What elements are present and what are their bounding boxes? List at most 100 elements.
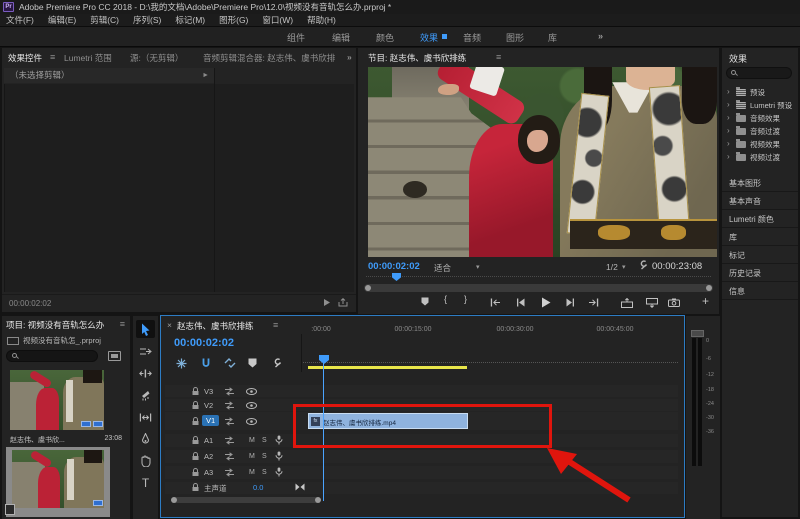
workspace-tab-assembly[interactable]: 组件 (287, 31, 305, 44)
mark-in-icon[interactable]: { (444, 294, 447, 304)
track-name-v1-selected[interactable]: V1 (202, 415, 219, 426)
project-sequence-thumbnail[interactable] (12, 450, 104, 508)
workspace-tab-editing[interactable]: 编辑 (332, 31, 350, 44)
linked-selection-icon[interactable] (224, 358, 236, 368)
workspace-tab-libraries[interactable]: 库 (548, 31, 557, 44)
tab-lumetri-scopes[interactable]: Lumetri 范围 (64, 52, 112, 64)
menu-help[interactable]: 帮助(H) (307, 14, 336, 26)
chevron-right-icon[interactable]: › (727, 100, 730, 109)
project-clip-thumbnail[interactable] (10, 370, 104, 430)
project-list-page-icon[interactable] (5, 504, 15, 515)
effects-search-input[interactable] (726, 67, 792, 79)
voiceover-mic-icon[interactable] (275, 467, 283, 477)
export-frame-camera-icon[interactable] (668, 298, 680, 307)
workspace-tab-effects[interactable]: 效果 (420, 31, 438, 44)
sync-lock-icon[interactable] (224, 401, 235, 410)
menu-file[interactable]: 文件(F) (6, 14, 34, 26)
chevron-right-icon[interactable]: › (727, 87, 730, 96)
timeline-tab-close-icon[interactable]: × (167, 320, 172, 330)
workspace-overflow-icon[interactable]: » (598, 31, 603, 41)
workspace-tab-audio[interactable]: 音频 (463, 31, 481, 44)
menu-marker[interactable]: 标记(M) (175, 14, 205, 26)
tab-history[interactable]: 历史记录 (722, 264, 798, 282)
scrollbar-bar[interactable] (173, 497, 319, 503)
effects-folder-presets[interactable]: › 预设 (722, 86, 798, 99)
lock-icon[interactable] (192, 401, 199, 410)
effects-folder-lumetri-presets[interactable]: › Lumetri 预设 (722, 99, 798, 112)
toggle-track-output-eye-icon[interactable] (246, 402, 257, 409)
fit-dropdown[interactable]: 适合 (434, 262, 451, 274)
effects-folder-video-transitions[interactable]: › 视频过渡 (722, 151, 798, 164)
type-tool-icon[interactable]: T (136, 474, 155, 492)
track-select-forward-tool-icon[interactable] (136, 342, 155, 360)
solo-button[interactable]: S (262, 437, 267, 444)
lock-icon[interactable] (192, 387, 199, 396)
tab-program-monitor[interactable]: 节目: 赵志伟、虞书欣排练 (368, 52, 466, 64)
panel-menu-icon[interactable]: ≡ (50, 52, 55, 62)
fit-keyframes-icon[interactable] (295, 483, 305, 491)
nest-sequence-icon[interactable] (176, 358, 187, 369)
expand-arrow-icon[interactable]: ► (202, 68, 209, 83)
mute-button[interactable]: M (249, 469, 255, 476)
play-around-icon[interactable] (323, 298, 332, 307)
track-name-a1[interactable]: A1 (204, 436, 213, 445)
menu-window[interactable]: 窗口(W) (262, 14, 293, 26)
tab-project[interactable]: 项目: 视频没有音轨怎么办 (6, 319, 104, 331)
project-panel-menu-icon[interactable]: ≡ (120, 319, 125, 329)
tab-effects[interactable]: 效果 (729, 52, 747, 65)
hand-tool-icon[interactable] (136, 452, 155, 470)
step-back-icon[interactable] (516, 298, 525, 307)
chevron-right-icon[interactable]: › (727, 113, 730, 122)
add-marker-icon[interactable] (248, 358, 257, 368)
menu-sequence[interactable]: 序列(S) (133, 14, 161, 26)
snap-magnet-icon[interactable] (201, 358, 211, 369)
menu-clip[interactable]: 剪辑(C) (90, 14, 119, 26)
workspace-tab-color[interactable]: 颜色 (376, 31, 394, 44)
scrollbar-knob-left[interactable] (365, 285, 371, 291)
project-sequence-selected[interactable] (6, 447, 110, 517)
selection-tool-icon[interactable] (136, 320, 155, 338)
track-name-a3[interactable]: A3 (204, 468, 213, 477)
extract-icon[interactable] (646, 298, 658, 308)
timeline-current-timecode[interactable]: 00:00:02:02 (174, 337, 234, 349)
tab-source-monitor[interactable]: 源:（无剪辑） (130, 52, 183, 64)
lock-icon[interactable] (192, 436, 199, 445)
project-clip-caption[interactable]: 赵志伟、虞书欣... 23:08 (10, 435, 122, 445)
fit-dropdown-caret-icon[interactable]: ▾ (476, 263, 480, 271)
effects-folder-video-effects[interactable]: › 视频效果 (722, 138, 798, 151)
resolution-dropdown-caret-icon[interactable]: ▾ (622, 263, 626, 271)
chevron-right-icon[interactable]: › (727, 152, 730, 161)
voiceover-mic-icon[interactable] (275, 451, 283, 461)
chevron-right-icon[interactable]: › (727, 139, 730, 148)
project-clip-name[interactable]: 赵志伟、虞书欣... (10, 437, 65, 444)
go-to-out-icon[interactable] (588, 298, 599, 307)
track-name-v3[interactable]: V3 (204, 387, 213, 396)
scrollbar-knob-right[interactable] (315, 497, 321, 503)
sync-lock-icon[interactable] (224, 387, 235, 396)
export-icon[interactable] (338, 298, 348, 307)
track-name-a2[interactable]: A2 (204, 452, 213, 461)
lock-icon[interactable] (192, 417, 199, 426)
timeline-panel-menu-icon[interactable]: ≡ (273, 320, 278, 330)
solo-button[interactable]: S (262, 453, 267, 460)
bin-view-icon[interactable] (108, 351, 121, 361)
tab-essential-sound[interactable]: 基本声音 (722, 192, 798, 210)
slip-tool-icon[interactable] (136, 408, 155, 426)
tab-info[interactable]: 信息 (722, 282, 798, 300)
tab-essential-graphics[interactable]: 基本图形 (722, 174, 798, 192)
timeline-settings-wrench-icon[interactable] (271, 358, 281, 368)
tab-markers[interactable]: 标记 (722, 246, 798, 264)
mark-out-icon[interactable]: } (464, 294, 467, 304)
menu-graphics[interactable]: 图形(G) (219, 14, 248, 26)
sync-lock-icon[interactable] (224, 452, 235, 461)
sync-lock-icon[interactable] (224, 468, 235, 477)
chevron-right-icon[interactable]: › (727, 126, 730, 135)
program-zoom-scrollbar[interactable] (364, 284, 713, 292)
tab-libraries[interactable]: 库 (722, 228, 798, 246)
sync-lock-icon[interactable] (224, 417, 235, 426)
program-current-timecode[interactable]: 00:00:02:02 (368, 261, 420, 272)
button-editor-plus-icon[interactable]: + (702, 294, 709, 308)
sync-lock-icon[interactable] (224, 436, 235, 445)
lock-icon[interactable] (192, 452, 199, 461)
lift-icon[interactable] (621, 298, 633, 308)
